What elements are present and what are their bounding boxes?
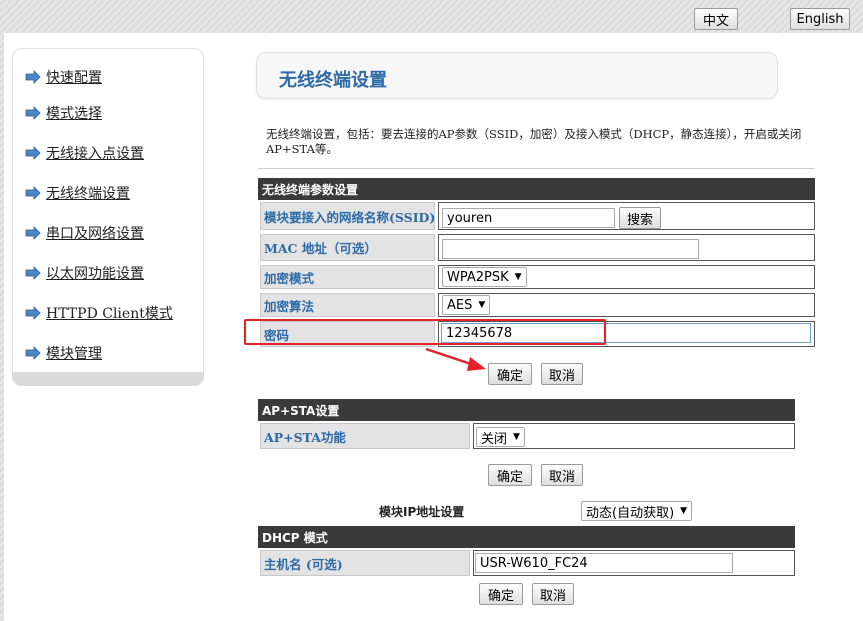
sidebar-item-label: HTTPD Client模式 [46,306,173,322]
page-description: 无线终端设置，包括：要去连接的AP参数（SSID，加密）及接入模式（DHCP，静… [266,127,802,156]
sidebar-item-ethernet[interactable]: 以太网功能设置 [25,263,144,283]
sidebar-item-quick-config[interactable]: 快速配置 [25,67,102,87]
chevron-down-icon: ▼ [513,432,520,442]
chevron-down-icon: ▼ [680,506,688,516]
enc-alg-cell [438,293,815,317]
ip-mode-value: 动态(自动获取) [586,505,675,521]
sta-ok-button[interactable]: 确定 [488,363,532,385]
sidebar-item-serial-network[interactable]: 串口及网络设置 [25,223,144,243]
mac-input[interactable] [442,239,699,259]
search-button[interactable]: 搜索 [619,207,661,229]
apsta-cancel-button[interactable]: 取消 [541,464,583,486]
apsta-func-value: 关闭 [481,431,508,447]
enc-mode-label: 加密模式 [260,265,435,289]
hostname-input[interactable]: USR-W610_FC24 [475,553,733,573]
sidebar-item-label: 串口及网络设置 [46,226,144,242]
sidebar-item-label: 模块管理 [46,346,102,362]
sidebar-item-httpd-client[interactable]: HTTPD Client模式 [25,303,173,323]
apsta-func-select[interactable]: 关闭 ▼ [476,427,525,447]
sidebar [12,48,204,386]
enc-mode-value: WPA2PSK [447,269,509,285]
divider [258,168,815,169]
sidebar-item-label: 无线接入点设置 [46,146,144,162]
lang-english-button[interactable]: English [790,8,850,30]
sidebar-footer [12,372,204,386]
table-row: AP+STA功能 [258,421,795,451]
arrow-right-icon [25,186,41,200]
arrow-right-icon [25,266,41,280]
ip-mode-select[interactable]: 动态(自动获取) ▼ [581,501,693,521]
page-title: 无线终端设置 [279,70,387,91]
table-row: 加密算法 [258,291,815,319]
sidebar-item-module-management[interactable]: 模块管理 [25,343,102,363]
apsta-section-header: AP+STA设置 [258,399,795,421]
apsta-ok-button[interactable]: 确定 [488,464,532,486]
arrow-right-icon [25,146,41,160]
chevron-down-icon: ▼ [514,272,522,282]
dhcp-section-header: DHCP 模式 [258,526,795,548]
lang-chinese-button[interactable]: 中文 [694,8,738,30]
enc-alg-select[interactable]: AES ▼ [442,295,491,315]
arrow-annotation-icon [425,347,486,371]
sidebar-item-label: 以太网功能设置 [46,266,144,282]
page-title-box: 无线终端设置 [256,52,778,99]
ssid-input[interactable]: youren [442,208,615,228]
chevron-down-icon: ▼ [478,300,486,310]
enc-mode-select[interactable]: WPA2PSK ▼ [442,267,527,287]
sidebar-item-label: 无线终端设置 [46,186,130,202]
highlight-box [244,319,606,345]
enc-alg-value: AES [447,297,473,313]
apsta-func-label: AP+STA功能 [260,423,470,449]
ip-setting-label: 模块IP地址设置 [379,505,465,519]
sidebar-item-label: 模式选择 [46,106,102,122]
table-row: 加密模式 [258,263,815,291]
ssid-label: 模块要接入的网络名称(SSID) [260,202,435,230]
sta-section-header: 无线终端参数设置 [258,178,815,200]
sidebar-item-mode-select[interactable]: 模式选择 [25,103,102,123]
mac-label: MAC 地址（可选） [260,234,435,261]
sta-cancel-button[interactable]: 取消 [541,363,583,385]
arrow-right-icon [25,306,41,320]
arrow-right-icon [25,226,41,240]
hostname-label: 主机名 (可选) [260,550,470,576]
sidebar-item-ap-settings[interactable]: 无线接入点设置 [25,143,144,163]
arrow-right-icon [25,106,41,120]
sidebar-item-label: 快速配置 [46,70,102,86]
sidebar-item-sta-settings[interactable]: 无线终端设置 [25,183,130,203]
apsta-settings-table: AP+STA功能 [258,421,795,451]
enc-alg-label: 加密算法 [260,293,435,317]
arrow-right-icon [25,346,41,360]
arrow-right-icon [25,70,41,84]
dhcp-ok-button[interactable]: 确定 [479,583,523,605]
dhcp-cancel-button[interactable]: 取消 [532,583,574,605]
